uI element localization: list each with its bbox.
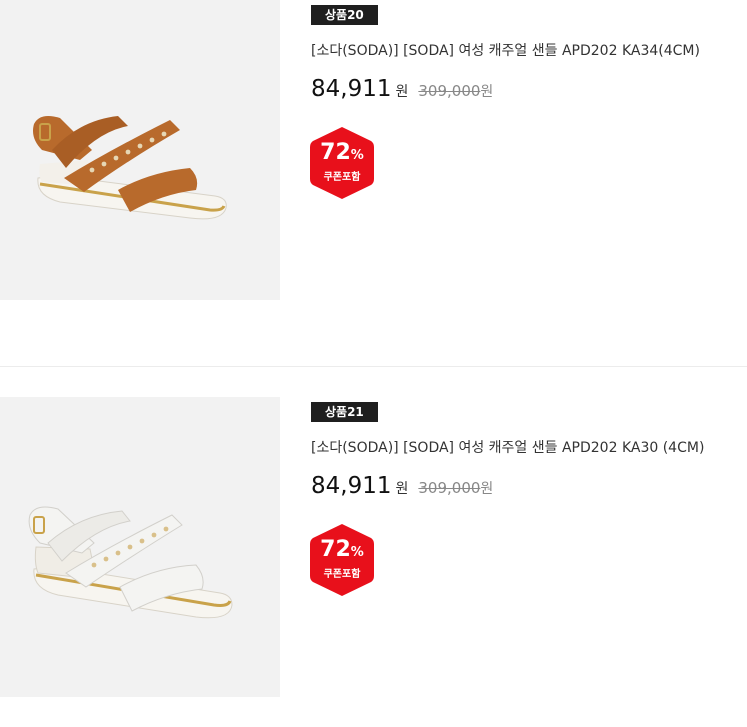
discount-number: 72 bbox=[320, 537, 351, 562]
discount-number: 72 bbox=[320, 140, 351, 165]
product-divider bbox=[0, 366, 747, 367]
discount-rate: 72% bbox=[310, 140, 374, 169]
coupon-included-label: 쿠폰포함 bbox=[323, 172, 361, 183]
product-title[interactable]: [소다(SODA)] [SODA] 여성 캐주얼 샌들 APD202 KA34(… bbox=[311, 40, 700, 60]
product-card[interactable]: 상품21 [소다(SODA)] [SODA] 여성 캐주얼 샌들 APD202 … bbox=[0, 397, 747, 727]
price-row: 84,911 원 309,000원 bbox=[311, 76, 493, 102]
sandal-image bbox=[28, 506, 233, 619]
original-price: 309,000 bbox=[418, 479, 481, 497]
sale-price: 84,911 bbox=[311, 76, 392, 102]
original-price-unit: 원 bbox=[480, 84, 494, 100]
original-price: 309,000 bbox=[418, 82, 481, 100]
product-number-badge: 상품20 bbox=[311, 5, 378, 25]
price-row: 84,911 원 309,000원 bbox=[311, 473, 493, 499]
product-image[interactable] bbox=[0, 0, 280, 300]
product-title[interactable]: [소다(SODA)] [SODA] 여성 캐주얼 샌들 APD202 KA30 … bbox=[311, 437, 704, 457]
original-price-unit: 원 bbox=[480, 481, 494, 497]
discount-badge: 72% 쿠폰포함 bbox=[310, 127, 374, 199]
sandal-image bbox=[33, 116, 227, 220]
product-number-badge: 상품21 bbox=[311, 402, 378, 422]
sale-price-unit: 원 bbox=[395, 84, 409, 100]
discount-badge: 72% 쿠폰포함 bbox=[310, 524, 374, 596]
product-image[interactable] bbox=[0, 397, 280, 697]
discount-rate: 72% bbox=[310, 537, 374, 566]
coupon-included-label: 쿠폰포함 bbox=[323, 569, 361, 580]
sale-price-unit: 원 bbox=[395, 481, 409, 497]
sale-price: 84,911 bbox=[311, 473, 392, 499]
product-card[interactable]: 상품20 [소다(SODA)] [SODA] 여성 캐주얼 샌들 APD202 … bbox=[0, 0, 747, 330]
percent-sign: % bbox=[350, 545, 364, 560]
percent-sign: % bbox=[350, 148, 364, 163]
